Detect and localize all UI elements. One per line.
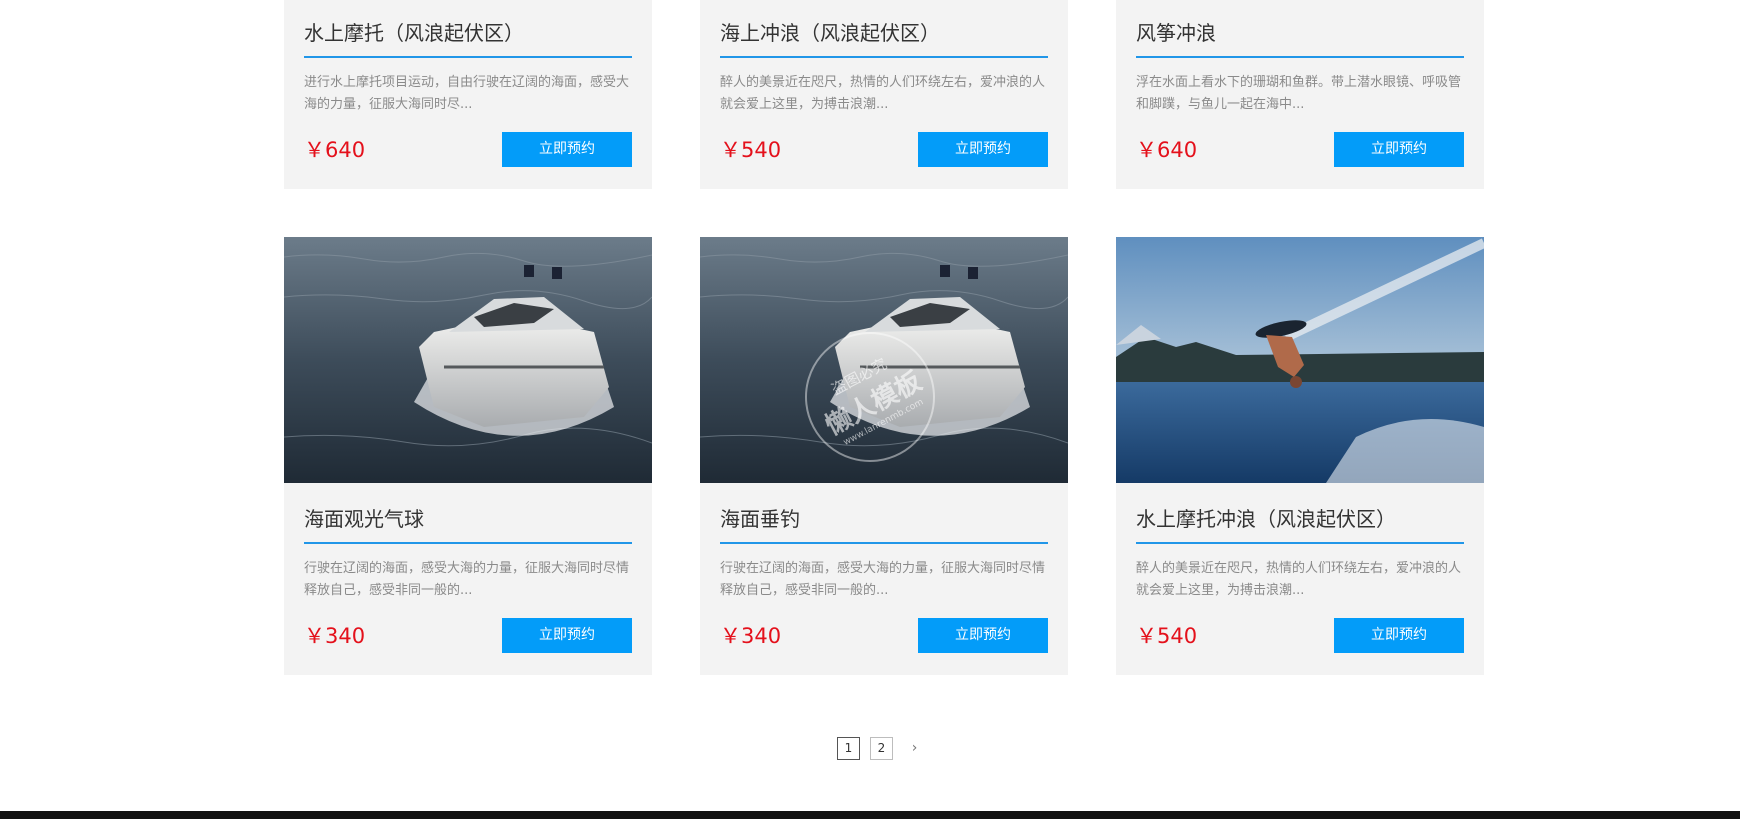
- product-card: 风筝冲浪 浮在水面上看水下的珊瑚和鱼群。带上潜水眼镜、呼吸管和脚蹼，与鱼儿一起在…: [1116, 0, 1484, 189]
- card-title[interactable]: 水上摩托冲浪（风浪起伏区）: [1136, 483, 1464, 544]
- yacht-photo: [284, 237, 652, 483]
- card-price: ￥340: [304, 624, 366, 648]
- book-now-button[interactable]: 立即预约: [1334, 618, 1464, 653]
- card-title[interactable]: 水上摩托（风浪起伏区）: [304, 0, 632, 58]
- pagination: 1 2 ›: [837, 737, 926, 760]
- card-title[interactable]: 风筝冲浪: [1136, 0, 1464, 58]
- book-now-button[interactable]: 立即预约: [1334, 132, 1464, 167]
- card-price: ￥540: [720, 138, 782, 162]
- book-now-button[interactable]: 立即预约: [918, 618, 1048, 653]
- book-now-button[interactable]: 立即预约: [918, 132, 1048, 167]
- chevron-right-icon[interactable]: ›: [903, 737, 926, 760]
- card-price: ￥340: [720, 624, 782, 648]
- footer-bar: [0, 811, 1740, 819]
- card-description: 进行水上摩托项目运动，自由行驶在辽阔的海面，感受大海的力量，征服大海同时尽...: [304, 75, 630, 112]
- wakeboard-image[interactable]: [1116, 237, 1484, 483]
- product-card: 盗图必究 懒人模板 www.lanrenmb.com 海面垂钓 行驶在辽阔的海面…: [700, 237, 1068, 675]
- page-2-button[interactable]: 2: [870, 737, 893, 760]
- card-description: 浮在水面上看水下的珊瑚和鱼群。带上潜水眼镜、呼吸管和脚蹼，与鱼儿一起在海中...: [1136, 75, 1462, 112]
- yacht-image[interactable]: [284, 237, 652, 483]
- yacht-image[interactable]: 盗图必究 懒人模板 www.lanrenmb.com: [700, 237, 1068, 483]
- card-title[interactable]: 海面观光气球: [304, 483, 632, 544]
- page-1-button[interactable]: 1: [837, 737, 860, 760]
- card-price: ￥640: [304, 138, 366, 162]
- card-price: ￥640: [1136, 138, 1198, 162]
- product-card: 海面观光气球 行驶在辽阔的海面，感受大海的力量，征服大海同时尽情释放自己，感受非…: [284, 237, 652, 675]
- card-description: 醉人的美景近在咫尺，热情的人们环绕左右，爱冲浪的人就会爱上这里，为搏击浪潮...: [1136, 561, 1462, 598]
- card-description: 行驶在辽阔的海面，感受大海的力量，征服大海同时尽情释放自己，感受非同一般的...: [304, 561, 630, 598]
- book-now-button[interactable]: 立即预约: [502, 618, 632, 653]
- wakeboard-photo: [1116, 237, 1484, 483]
- product-card: 水上摩托冲浪（风浪起伏区） 醉人的美景近在咫尺，热情的人们环绕左右，爱冲浪的人就…: [1116, 237, 1484, 675]
- card-price: ￥540: [1136, 624, 1198, 648]
- card-title[interactable]: 海上冲浪（风浪起伏区）: [720, 0, 1048, 58]
- book-now-button[interactable]: 立即预约: [502, 132, 632, 167]
- card-description: 行驶在辽阔的海面，感受大海的力量，征服大海同时尽情释放自己，感受非同一般的...: [720, 561, 1046, 598]
- card-title[interactable]: 海面垂钓: [720, 483, 1048, 544]
- card-description: 醉人的美景近在咫尺，热情的人们环绕左右，爱冲浪的人就会爱上这里，为搏击浪潮...: [720, 75, 1046, 112]
- product-card: 水上摩托（风浪起伏区） 进行水上摩托项目运动，自由行驶在辽阔的海面，感受大海的力…: [284, 0, 652, 189]
- product-card: 海上冲浪（风浪起伏区） 醉人的美景近在咫尺，热情的人们环绕左右，爱冲浪的人就会爱…: [700, 0, 1068, 189]
